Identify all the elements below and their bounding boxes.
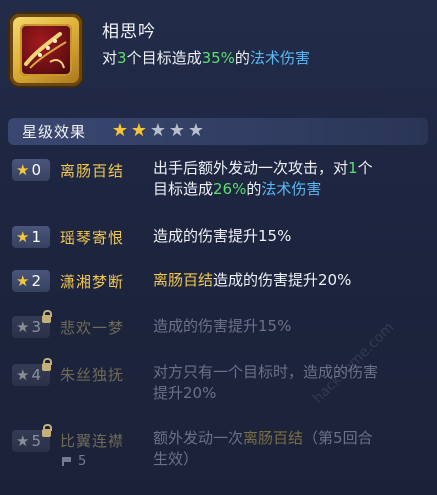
star-icon: ★ bbox=[16, 161, 30, 179]
lock-icon bbox=[42, 310, 52, 323]
star-icon: ★ bbox=[16, 366, 30, 384]
section-title: 星级效果 bbox=[22, 123, 87, 141]
star-icon: ★ bbox=[16, 432, 30, 450]
lock-icon bbox=[42, 424, 52, 437]
star-level-badge: ★ 0 bbox=[12, 159, 50, 181]
instrument-emblem-icon bbox=[20, 24, 72, 76]
effect-description: 对方只有一个目标时，造成的伤害提升20% bbox=[153, 363, 379, 402]
skill-icon bbox=[10, 14, 82, 86]
star-level-badge: ★ 1 bbox=[12, 226, 50, 248]
effect-name: 潇湘梦断 bbox=[60, 273, 125, 291]
skill-tooltip-panel: 相思吟 对3个目标造成35%的法术伤害 星级效果 ★ ★ ★ ★ ★ ★ 0 离肠… bbox=[0, 0, 437, 495]
star-rating: ★ ★ ★ ★ ★ bbox=[111, 122, 205, 140]
star-empty-icon: ★ bbox=[187, 120, 205, 141]
effect-name: 比翼连襟 bbox=[60, 432, 125, 450]
star-empty-icon: ★ bbox=[149, 120, 167, 141]
star-icon: ★ bbox=[16, 318, 30, 336]
effect-name: 朱丝独抚 bbox=[60, 366, 125, 384]
lock-icon bbox=[42, 358, 52, 371]
effect-description: 额外发动一次离肠百结（第5回合生效） bbox=[153, 429, 373, 468]
effect-description: 造成的伤害提升15% bbox=[153, 317, 292, 335]
star-effects-header: 星级效果 ★ ★ ★ ★ ★ bbox=[8, 118, 428, 145]
star-filled-icon: ★ bbox=[111, 120, 129, 141]
flag-icon bbox=[62, 457, 72, 466]
unlock-requirement: 5 bbox=[62, 454, 86, 469]
star-icon: ★ bbox=[16, 228, 30, 246]
effect-description: 离肠百结造成的伤害提升20% bbox=[153, 271, 352, 289]
effect-description: 出手后额外发动一次攻击，对1个 目标造成26%的法术伤害 bbox=[153, 159, 373, 198]
star-level-badge: ★ 2 bbox=[12, 270, 50, 292]
skill-description: 对3个目标造成35%的法术伤害 bbox=[102, 49, 310, 67]
effect-name: 瑶琴寄恨 bbox=[60, 229, 125, 247]
effect-name: 悲欢一梦 bbox=[60, 319, 125, 337]
star-icon: ★ bbox=[16, 272, 30, 290]
skill-name: 相思吟 bbox=[102, 22, 156, 42]
effect-description: 造成的伤害提升15% bbox=[153, 227, 292, 245]
effect-name: 离肠百结 bbox=[60, 162, 125, 180]
star-empty-icon: ★ bbox=[168, 120, 186, 141]
star-filled-icon: ★ bbox=[130, 120, 148, 141]
